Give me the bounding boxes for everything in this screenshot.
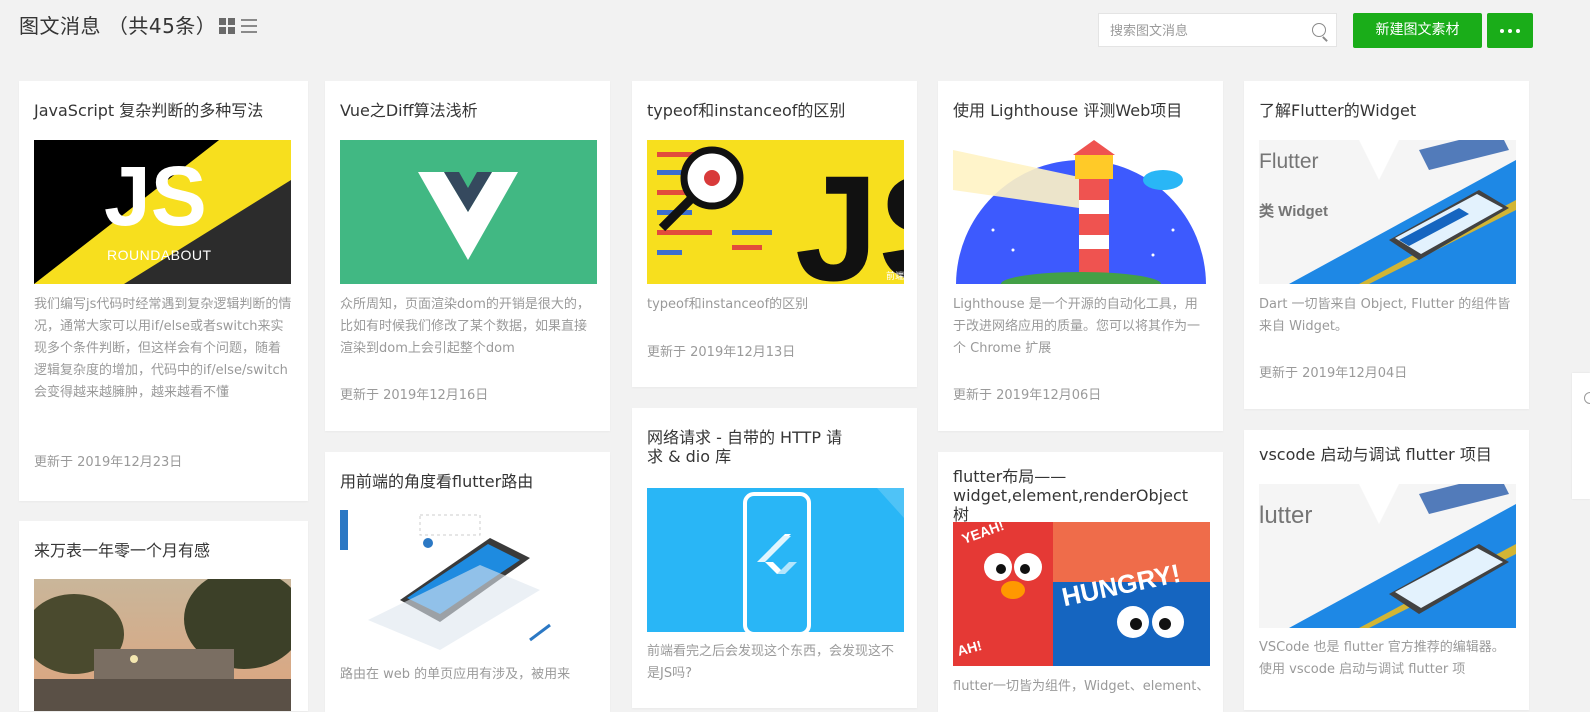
search-box[interactable]	[1098, 13, 1337, 47]
card-description: 众所周知，页面渲染dom的开销是很大的，比如有时候我们修改了某个数据，如果直接渲…	[340, 297, 590, 356]
card-title[interactable]: 用前端的角度看flutter路由	[340, 472, 595, 491]
article-card[interactable]: 来万表一年零一个月有感	[19, 521, 308, 711]
card-thumbnail[interactable]	[647, 488, 904, 632]
card-thumbnail[interactable]	[34, 579, 291, 711]
card-date: 更新于 2019年12月04日	[1259, 366, 1408, 381]
card-description: typeof和instanceof的区别	[647, 297, 809, 312]
js-magnifier-image: JS	[647, 140, 904, 284]
street-sunset-image	[34, 579, 291, 711]
article-card[interactable]: 了解Flutter的Widget Flutter 类 Widget Dart 一…	[1244, 81, 1529, 409]
card-description: Lighthouse 是一个开源的自动化工具，用于改进网络应用的质量。您可以将其…	[953, 297, 1201, 356]
phone-illustration-image	[340, 510, 597, 654]
card-title[interactable]: JavaScript 复杂判断的多种写法	[34, 101, 289, 120]
article-card[interactable]: 用前端的角度看flutter路由 路由在 web 的单页应用有涉及，被用来	[325, 452, 610, 712]
thumb-widget-text: 类 Widget	[1259, 203, 1329, 220]
lighthouse-image	[953, 140, 1210, 284]
page-title: 图文消息 （共45条）	[19, 14, 217, 38]
card-title[interactable]: 使用 Lighthouse 评测Web项目	[953, 101, 1208, 120]
card-title[interactable]: 网络请求 - 自带的 HTTP 请求 & dio 库	[647, 428, 847, 466]
card-description: Dart 一切皆来自 Object, Flutter 的组件皆来自 Widget…	[1259, 297, 1511, 334]
article-card[interactable]: Vue之Diff算法浅析 众所周知，页面渲染dom的开销是很大的，比如有时候我们…	[325, 81, 610, 431]
card-date: 更新于 2019年12月13日	[647, 345, 796, 360]
thumb-js-text: JS	[104, 149, 207, 243]
card-date: 更新于 2019年12月16日	[340, 388, 489, 403]
flutter-phone-image	[647, 488, 904, 632]
article-card[interactable]: typeof和instanceof的区别 JS 前端 typeof和instan…	[632, 81, 917, 387]
article-card[interactable]: 使用 Lighthouse 评测Web项目 Lighthouse 是一个开源的自…	[938, 81, 1223, 431]
more-dots-icon	[1500, 28, 1504, 33]
card-thumbnail[interactable]: JS 前端	[647, 140, 904, 284]
page-header: 图文消息 （共45条） 新建图文素材	[0, 0, 1590, 60]
more-button[interactable]	[1487, 13, 1533, 48]
card-title[interactable]: Vue之Diff算法浅析	[340, 101, 595, 120]
card-description: 前端看完之后会发现这个东西，会发现这不是JS吗?	[647, 644, 895, 681]
card-thumbnail[interactable]: HUNGRY! YEAH! AH!	[953, 522, 1210, 666]
card-date: 更新于 2019年12月06日	[953, 388, 1102, 403]
card-title[interactable]: typeof和instanceof的区别	[647, 101, 902, 120]
card-title[interactable]: flutter布局——widget,element,renderObject树	[953, 467, 1203, 524]
thumb-flutter-text: lutter	[1259, 502, 1313, 529]
article-card[interactable]: 网络请求 - 自带的 HTTP 请求 & dio 库 前端看完之后会发现这个东西…	[632, 408, 917, 708]
list-view-icon[interactable]	[241, 18, 257, 34]
card-thumbnail[interactable]	[340, 140, 597, 284]
card-date: 更新于 2019年12月23日	[34, 455, 183, 470]
card-description: 路由在 web 的单页应用有涉及，被用来	[340, 667, 571, 682]
vue-logo-image	[340, 140, 597, 284]
thumb-sub-text: ROUNDABOUT	[107, 247, 212, 263]
svg-text:JS: JS	[795, 144, 904, 284]
card-description: flutter一切皆为组件，Widget、element、renderObjec…	[953, 679, 1209, 694]
thumb-badge: 前端	[885, 272, 904, 282]
side-help-tab[interactable]	[1572, 373, 1590, 499]
article-card[interactable]: flutter布局——widget,element,renderObject树 …	[938, 452, 1223, 712]
card-description: VSCode 也是 flutter 官方推荐的编辑器。使用 vscode 启动与…	[1259, 640, 1505, 677]
search-input[interactable]	[1108, 21, 1302, 41]
card-thumbnail[interactable]	[953, 140, 1210, 284]
search-icon[interactable]	[1312, 23, 1326, 37]
card-thumbnail[interactable]	[340, 510, 597, 654]
card-thumbnail[interactable]: Flutter 类 Widget	[1259, 140, 1516, 284]
new-material-button[interactable]: 新建图文素材	[1353, 13, 1482, 48]
article-card[interactable]: vscode 启动与调试 flutter 项目 lutter VSCode 也是…	[1244, 430, 1529, 710]
thumb-flutter-text: Flutter	[1259, 150, 1319, 173]
card-thumbnail[interactable]: lutter	[1259, 484, 1516, 628]
view-toggle	[219, 18, 257, 34]
card-description: 我们编写js代码时经常遇到复杂逻辑判断的情况，通常大家可以用if/else或者s…	[34, 297, 292, 400]
article-card[interactable]: JavaScript 复杂判断的多种写法 JS ROUNDABOUT 我们编写j…	[19, 81, 308, 501]
card-title[interactable]: 了解Flutter的Widget	[1259, 101, 1514, 120]
card-title[interactable]: 来万表一年零一个月有感	[34, 541, 289, 560]
grid-view-icon[interactable]	[219, 18, 235, 34]
card-title[interactable]: vscode 启动与调试 flutter 项目	[1259, 445, 1514, 464]
card-thumbnail[interactable]: JS ROUNDABOUT	[34, 140, 291, 284]
help-icon[interactable]	[1584, 392, 1590, 404]
